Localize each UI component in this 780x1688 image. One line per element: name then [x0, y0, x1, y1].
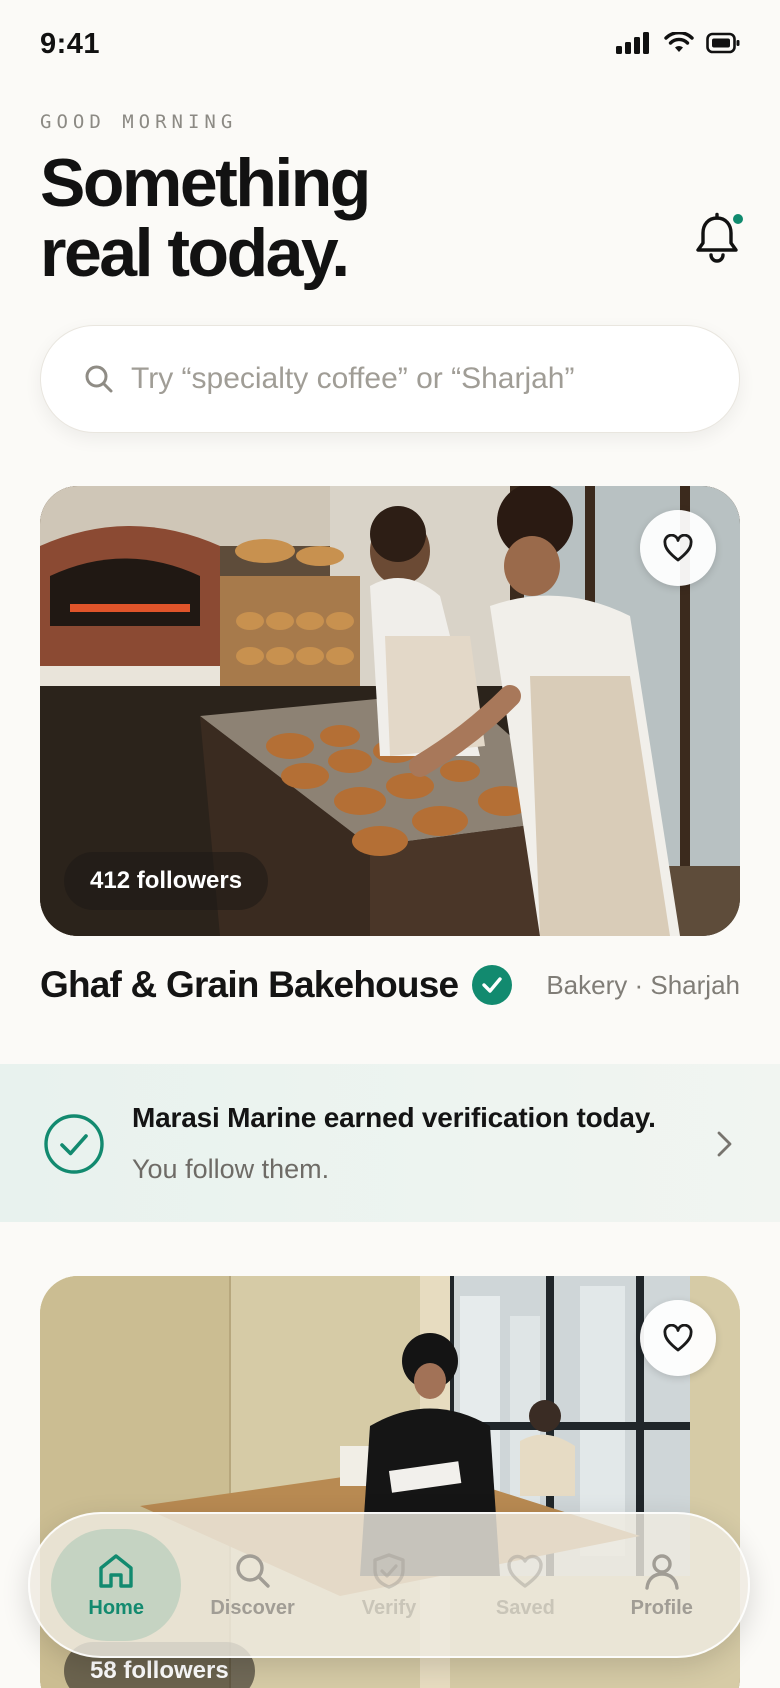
page-title: Something real today.	[40, 148, 600, 288]
tab-label: Home	[88, 1596, 144, 1619]
tab-label: Discover	[210, 1596, 295, 1619]
business-card-info[interactable]: Ghaf & Grain Bakehouse Bakery · Sharjah	[40, 960, 740, 1010]
wifi-icon	[664, 32, 694, 52]
tab-profile[interactable]: Profile	[597, 1529, 727, 1641]
status-icons	[616, 32, 740, 54]
business-card-image[interactable]: 412 followers	[40, 486, 740, 936]
notice-subtitle: You follow them.	[132, 1154, 330, 1184]
bottom-tab-bar: Home Discover Verify Saved Profile	[28, 1512, 750, 1658]
greeting-label: GOOD MORNING	[40, 111, 238, 133]
status-bar: 9:41	[0, 0, 780, 92]
tab-saved[interactable]: Saved	[460, 1529, 590, 1641]
shield-check-icon	[373, 1552, 405, 1589]
heart-icon	[663, 1324, 693, 1352]
home-icon	[99, 1553, 133, 1588]
chevron-right-icon[interactable]	[714, 1130, 736, 1158]
followers-badge: 412 followers	[64, 852, 269, 910]
search-bar[interactable]	[40, 325, 740, 433]
notification-dot	[733, 214, 743, 224]
tab-home[interactable]: Home	[51, 1529, 182, 1641]
favorite-button[interactable]	[640, 1300, 716, 1376]
page-title-line-2: real today.	[40, 215, 350, 291]
search-icon	[85, 365, 113, 393]
notice-title: Marasi Marine earned verification today.	[132, 1102, 656, 1133]
status-time: 9:41	[40, 28, 101, 60]
search-icon	[235, 1553, 270, 1588]
checkmark-icon	[482, 977, 502, 993]
tab-verify[interactable]: Verify	[324, 1529, 454, 1641]
signal-icon	[616, 32, 649, 54]
verification-notice[interactable]	[0, 1064, 780, 1222]
verified-badge	[472, 965, 513, 1005]
business-name[interactable]: Ghaf & Grain Bakehouse	[40, 964, 459, 1006]
check-circle-icon	[44, 1114, 104, 1174]
tab-label: Profile	[630, 1596, 693, 1619]
tab-discover[interactable]: Discover	[188, 1529, 318, 1641]
heart-icon	[507, 1554, 544, 1588]
search-input[interactable]	[131, 362, 691, 396]
person-icon	[645, 1553, 679, 1590]
page-title-line-1: Something	[40, 145, 371, 221]
tab-label: Saved	[495, 1596, 555, 1619]
tab-label: Verify	[361, 1596, 417, 1619]
favorite-button[interactable]	[640, 510, 716, 586]
heart-icon	[663, 534, 693, 562]
battery-icon	[706, 32, 740, 54]
business-meta: Bakery · Sharjah	[546, 969, 740, 1000]
